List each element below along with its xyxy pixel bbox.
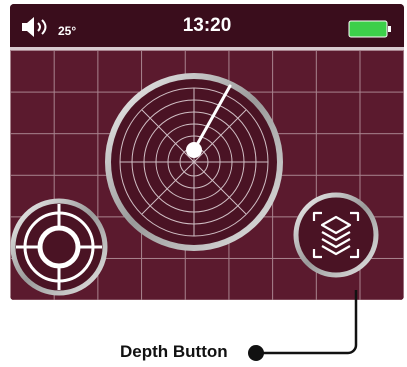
battery-icon: [348, 20, 391, 38]
depth-button[interactable]: [292, 191, 380, 279]
status-bar: 25° 13:20: [10, 4, 404, 48]
clock: 13:20: [182, 15, 232, 36]
target-button[interactable]: [8, 196, 110, 298]
radar-icon: [105, 73, 283, 251]
callout-label: Depth Button: [120, 342, 228, 361]
